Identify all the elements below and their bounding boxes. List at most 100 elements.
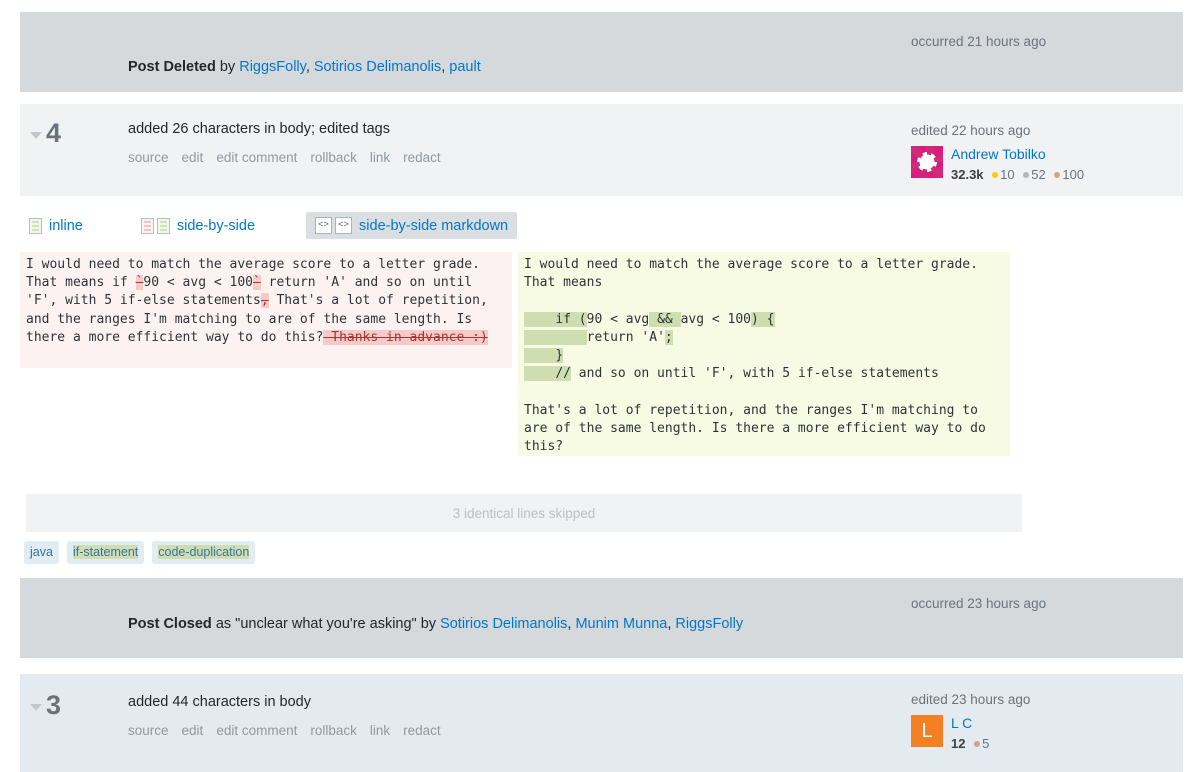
user-card[interactable]: Andrew Tobilko 32.3k 10 52 100 xyxy=(911,146,1161,183)
post-deleted-user-2[interactable]: Sotirios Delimanolis xyxy=(314,59,441,75)
reputation-value: 12 xyxy=(951,736,966,751)
revision-history-page: Post Deleted by RiggsFolly, Sotirios Del… xyxy=(0,0,1199,772)
tag-code-duplication[interactable]: code-duplication xyxy=(152,541,256,564)
bronze-badge-icon xyxy=(974,741,981,747)
post-deleted-user-3[interactable]: pault xyxy=(449,59,480,75)
avatar[interactable] xyxy=(911,146,943,178)
tab-side-by-side-markdown[interactable]: <> <> side-by-side markdown xyxy=(306,212,518,239)
post-deleted-meta: occurred 21 hours ago xyxy=(911,33,1161,50)
action-edit-comment[interactable]: edit comment xyxy=(216,150,297,165)
code-condition-right: avg < 100 xyxy=(680,311,752,327)
revision-title: added 26 characters in body; edited tags xyxy=(128,121,390,137)
code-condition-left: 90 < avg xyxy=(586,311,650,327)
deleted-backtick-close: ` xyxy=(252,275,261,291)
revision-summary-3: added 44 characters in body source edit ed… xyxy=(128,693,441,739)
action-source[interactable]: source xyxy=(128,150,169,165)
gold-badge-icon xyxy=(992,172,999,178)
revision-number-block-4[interactable]: 4 xyxy=(30,118,61,148)
action-link[interactable]: link xyxy=(370,150,390,165)
gold-badge: 10 xyxy=(992,167,1015,182)
diff-pane-current: I would need to match the average score … xyxy=(518,252,1010,456)
revision-timestamp: edited 23 hours ago xyxy=(911,692,1031,707)
bronze-badge-count: 100 xyxy=(1062,167,1085,182)
left-line-5a: there a more efficient way to do this? xyxy=(26,329,324,345)
avatar[interactable]: L xyxy=(911,715,943,747)
inserted-close-paren-brace: ) { xyxy=(751,311,775,327)
chevron-down-icon[interactable] xyxy=(30,132,42,139)
action-redact[interactable]: redact xyxy=(403,723,441,738)
user-reputation-row: 12 5 xyxy=(951,735,989,752)
sep: , xyxy=(305,59,314,75)
revision-number: 3 xyxy=(46,690,61,720)
left-line-2c: return 'A' and so on until xyxy=(260,275,473,291)
inserted-indent-2 xyxy=(524,329,587,345)
revision-number: 4 xyxy=(46,118,61,148)
tab-side-by-side-markdown-label: side-by-side markdown xyxy=(359,217,509,234)
silver-badge-icon xyxy=(1023,172,1030,178)
post-deleted-timestamp: occurred 21 hours ago xyxy=(911,34,1047,49)
post-closed-meta: occurred 23 hours ago xyxy=(911,595,1161,612)
right-line-2: That means xyxy=(524,275,603,291)
revision-actions: source edit edit comment rollback link redact xyxy=(128,150,441,166)
tab-side-by-side[interactable]: side-by-side xyxy=(132,213,264,239)
user-name-link[interactable]: L C xyxy=(951,715,972,731)
user-name-link[interactable]: Andrew Tobilko xyxy=(951,146,1046,162)
tag-if-statement[interactable]: if-statement xyxy=(66,541,145,564)
action-link[interactable]: link xyxy=(370,723,390,738)
document-lines-icon xyxy=(29,217,42,234)
identical-lines-skipped-label: 3 identical lines skipped xyxy=(452,505,596,521)
code-return-statement: return 'A' xyxy=(586,329,665,345)
revision-summary-4: added 26 characters in body; edited tags… xyxy=(128,120,441,166)
action-edit[interactable]: edit xyxy=(182,150,204,165)
action-rollback[interactable]: rollback xyxy=(310,723,357,738)
diff-view-tabs: inline side-by-side <> <> side-by-side m… xyxy=(20,212,518,239)
post-closed-reason-text: as "unclear what you're asking" by xyxy=(211,616,441,632)
user-reputation-row: 32.3k 10 52 100 xyxy=(951,166,1084,183)
tab-inline-label: inline xyxy=(49,217,83,234)
action-edit[interactable]: edit xyxy=(182,723,204,738)
event-row-revision-4: 4 added 26 characters in body; edited ta… xyxy=(20,104,1183,196)
inserted-comment-slashes: // xyxy=(524,366,571,382)
post-deleted-user-1[interactable]: RiggsFolly xyxy=(239,59,306,75)
identical-lines-skipped-bar: 3 identical lines skipped xyxy=(26,494,1022,532)
silver-badge-count: 52 xyxy=(1031,167,1046,182)
revision-title: added 44 characters in body xyxy=(128,694,311,710)
inserted-semicolon: ; xyxy=(664,329,673,345)
revision-meta-4: edited 22 hours ago Andrew Tobilko 32.3k… xyxy=(911,122,1161,183)
two-code-documents-icon: <> <> xyxy=(315,217,353,234)
inserted-and-operator: && xyxy=(649,311,681,327)
tag-java[interactable]: java xyxy=(24,541,59,564)
user-card[interactable]: L L C 12 5 xyxy=(911,715,1161,752)
revision-number-block-3[interactable]: 3 xyxy=(30,690,61,720)
action-rollback[interactable]: rollback xyxy=(310,150,357,165)
left-line-2a: That means if xyxy=(26,275,136,291)
tab-inline[interactable]: inline xyxy=(20,213,92,239)
revision-meta-3: edited 23 hours ago L L C 12 5 xyxy=(911,691,1161,752)
event-row-post-closed: Post Closed as "unclear what you're aski… xyxy=(20,578,1183,658)
bronze-badge: 5 xyxy=(974,736,989,751)
tag-if-statement-label: if-statement xyxy=(72,545,139,559)
post-closed-user-3[interactable]: RiggsFolly xyxy=(675,616,743,632)
tab-side-by-side-label: side-by-side xyxy=(176,217,256,234)
post-closed-timestamp: occurred 23 hours ago xyxy=(911,596,1047,611)
two-documents-icon xyxy=(140,217,170,234)
deleted-comma: , xyxy=(260,293,269,309)
post-closed-user-2[interactable]: Munim Munna xyxy=(575,616,667,632)
bronze-badge-icon xyxy=(1054,172,1061,178)
tag-code-duplication-label: code-duplication xyxy=(158,545,250,559)
post-closed-user-1[interactable]: Sotirios Delimanolis xyxy=(440,616,567,632)
event-row-post-deleted: Post Deleted by RiggsFolly, Sotirios Del… xyxy=(20,12,1183,92)
action-redact[interactable]: redact xyxy=(403,150,441,165)
action-edit-comment[interactable]: edit comment xyxy=(216,723,297,738)
revision-timestamp: edited 22 hours ago xyxy=(911,123,1031,138)
post-closed-banner: Post Closed as "unclear what you're aski… xyxy=(128,615,743,633)
action-source[interactable]: source xyxy=(128,723,169,738)
post-closed-label: Post Closed xyxy=(128,616,212,632)
inserted-closing-brace: } xyxy=(524,348,564,364)
inserted-open-paren: ( xyxy=(578,311,587,327)
right-tail-1: That's a lot of repetition, and the rang… xyxy=(524,402,978,418)
left-line-4: and the ranges I'm matching to are of th… xyxy=(26,311,473,327)
chevron-down-icon[interactable] xyxy=(30,704,42,711)
inserted-indent-1 xyxy=(524,311,556,327)
bronze-badge: 100 xyxy=(1054,167,1084,182)
